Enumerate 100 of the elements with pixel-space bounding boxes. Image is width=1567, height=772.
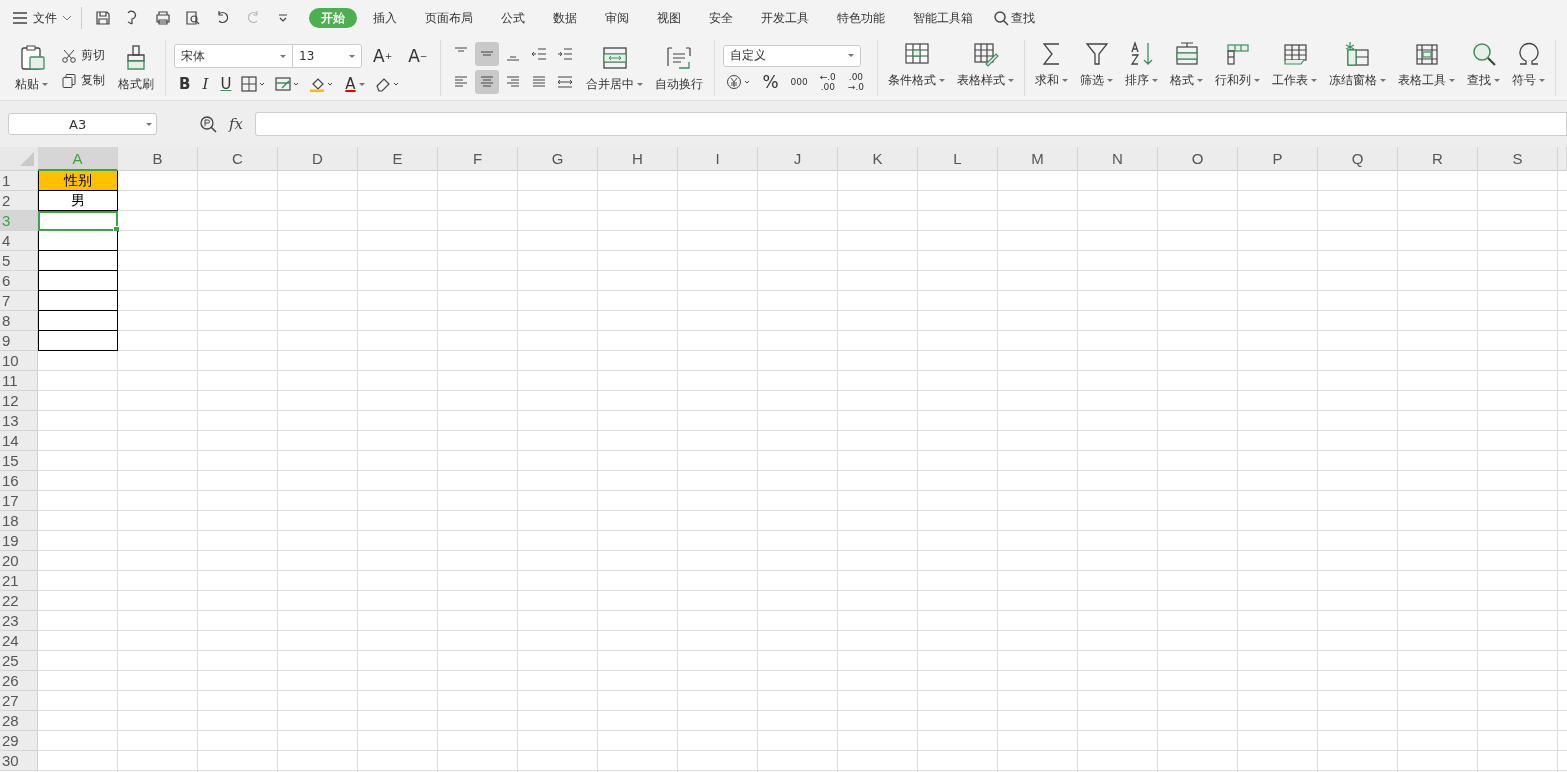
row-header[interactable]: 8	[0, 311, 38, 331]
column-header[interactable]: F	[438, 147, 518, 171]
ribbon-tool-button[interactable]: 表格样式	[951, 36, 1020, 100]
thousands-separator-button[interactable]: 000	[785, 77, 813, 87]
table-cell[interactable]	[38, 271, 118, 291]
row-header[interactable]: 14	[0, 431, 38, 451]
ribbon-tool-button[interactable]: 符号	[1506, 36, 1551, 100]
print-icon[interactable]	[155, 10, 171, 26]
row-header[interactable]: 11	[0, 371, 38, 391]
undo-icon[interactable]	[215, 10, 231, 26]
row-header[interactable]: 15	[0, 451, 38, 471]
row-header[interactable]: 4	[0, 231, 38, 251]
column-header[interactable]: S	[1478, 147, 1558, 171]
column-header[interactable]: I	[678, 147, 758, 171]
zoom-formula-icon[interactable]	[199, 115, 217, 133]
number-format-dropdown[interactable]: 自定义	[723, 44, 862, 67]
increase-font-button[interactable]: A$^{+}$	[368, 47, 398, 65]
column-header[interactable]: G	[518, 147, 598, 171]
menu-tab[interactable]: 公式	[489, 8, 537, 28]
name-box[interactable]: A3	[8, 113, 157, 135]
row-header[interactable]: 29	[0, 731, 38, 751]
column-header[interactable]: P	[1238, 147, 1318, 171]
table-cell[interactable]	[38, 231, 118, 251]
table-cell[interactable]	[38, 251, 118, 271]
table-cell[interactable]	[38, 291, 118, 311]
format-painter-button[interactable]: 格式刷	[115, 39, 157, 97]
vertical-align-button[interactable]	[475, 42, 500, 66]
row-header[interactable]: 25	[0, 651, 38, 671]
menu-tab[interactable]: 开发工具	[749, 8, 821, 28]
ribbon-tool-button[interactable]: 求和	[1029, 36, 1074, 100]
underline-button[interactable]: U	[215, 76, 237, 92]
row-header[interactable]: 23	[0, 611, 38, 631]
column-header[interactable]: J	[758, 147, 838, 171]
column-header[interactable]: D	[278, 147, 358, 171]
decrease-font-button[interactable]: A$^{−}$	[403, 47, 433, 65]
menu-tab[interactable]: 页面布局	[413, 8, 485, 28]
percent-button[interactable]: %	[757, 73, 784, 91]
cut-button[interactable]: 剪切	[61, 47, 105, 64]
increase-decimal-button[interactable]: ←.0 .00	[814, 72, 841, 92]
menu-tab[interactable]: 视图	[645, 8, 693, 28]
menu-tab[interactable]: 数据	[541, 8, 589, 28]
row-header[interactable]: 20	[0, 551, 38, 571]
print-preview-icon[interactable]	[185, 10, 201, 26]
row-header[interactable]: 9	[0, 331, 38, 351]
row-header[interactable]: 5	[0, 251, 38, 271]
row-header[interactable]: 18	[0, 511, 38, 531]
save-icon[interactable]	[95, 10, 111, 26]
italic-button[interactable]: I	[197, 76, 214, 92]
row-header[interactable]: 28	[0, 711, 38, 731]
file-menu[interactable]: 文件	[12, 5, 72, 31]
wrap-text-button[interactable]: 自动换行	[652, 39, 707, 97]
row-header[interactable]: 7	[0, 291, 38, 311]
merge-center-button[interactable]: 合并居中	[583, 39, 647, 97]
search-button[interactable]: 查找	[989, 8, 1039, 28]
ribbon-tool-button[interactable]: 查找	[1461, 36, 1506, 100]
formula-input[interactable]	[255, 112, 1567, 136]
bold-button[interactable]: B	[174, 76, 196, 92]
row-header[interactable]: 10	[0, 351, 38, 371]
table-cell[interactable]	[38, 311, 118, 331]
horizontal-align-button[interactable]	[475, 70, 500, 94]
ribbon-tool-button[interactable]: 条件格式	[882, 36, 951, 100]
column-header[interactable]: R	[1398, 147, 1478, 171]
table-cell[interactable]: 性别	[38, 171, 118, 191]
ribbon-tool-button[interactable]: 表格工具	[1392, 36, 1461, 100]
decrease-decimal-button[interactable]: .00 →.0	[842, 72, 869, 92]
menu-tab[interactable]: 插入	[361, 8, 409, 28]
row-header[interactable]: 12	[0, 391, 38, 411]
ribbon-tool-button[interactable]: 行和列	[1209, 36, 1266, 100]
table-cell[interactable]	[38, 211, 118, 231]
function-label[interactable]: fx	[229, 115, 243, 133]
row-header[interactable]: 21	[0, 571, 38, 591]
column-header[interactable]: H	[598, 147, 678, 171]
row-header[interactable]: 16	[0, 471, 38, 491]
menu-tab[interactable]: 审阅	[593, 8, 641, 28]
row-header[interactable]: 2	[0, 191, 38, 211]
row-header[interactable]: 22	[0, 591, 38, 611]
ribbon-tool-button[interactable]: 格式	[1164, 36, 1209, 100]
column-header[interactable]: N	[1078, 147, 1158, 171]
ribbon-tool-button[interactable]: 排序	[1119, 36, 1164, 100]
font-color-button[interactable]: A	[340, 76, 370, 92]
table-cell[interactable]	[38, 331, 118, 351]
row-header[interactable]: 26	[0, 671, 38, 691]
row-header[interactable]: 17	[0, 491, 38, 511]
column-header[interactable]: O	[1158, 147, 1238, 171]
row-header[interactable]: 19	[0, 531, 38, 551]
row-header[interactable]: 6	[0, 271, 38, 291]
menu-tab[interactable]: 特色功能	[825, 8, 897, 28]
ribbon-tool-button[interactable]: 冻结窗格	[1323, 36, 1392, 100]
column-header[interactable]: M	[998, 147, 1078, 171]
table-cell[interactable]: 男	[38, 191, 118, 211]
ribbon-tool-button[interactable]: 工作表	[1266, 36, 1323, 100]
row-header[interactable]: 13	[0, 411, 38, 431]
column-header[interactable]: C	[198, 147, 278, 171]
column-header[interactable]: E	[358, 147, 438, 171]
paste-button[interactable]: 粘贴	[12, 39, 51, 97]
column-header[interactable]: Q	[1318, 147, 1398, 171]
copy-button[interactable]: 复制	[61, 72, 105, 89]
column-header[interactable]: K	[838, 147, 918, 171]
column-header[interactable]: L	[918, 147, 998, 171]
row-header[interactable]: 30	[0, 751, 38, 771]
